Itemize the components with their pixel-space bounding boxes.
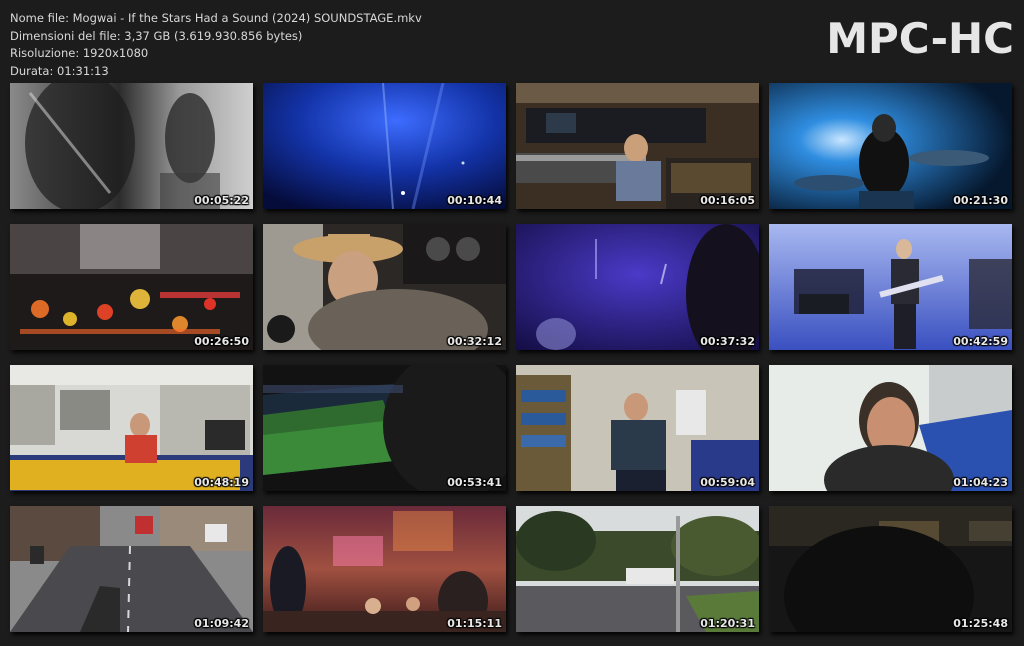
thumbnail-image bbox=[516, 506, 759, 632]
thumbnail-image bbox=[769, 83, 1012, 209]
thumbnail-image bbox=[516, 365, 759, 491]
thumbnail-timestamp: 01:09:42 bbox=[194, 617, 249, 630]
thumbnail: 00:26:50 bbox=[10, 224, 253, 350]
thumbnail-grid: 00:05:22 00:10:44 00:16:05 00:21:30 00:2… bbox=[10, 83, 1020, 643]
thumbnail: 01:15:11 bbox=[263, 506, 506, 632]
thumbnail-image bbox=[516, 224, 759, 350]
thumbnail: 00:37:32 bbox=[516, 224, 759, 350]
file-info-panel: Nome file: Mogwai - If the Stars Had a S… bbox=[10, 10, 422, 80]
thumbnail-timestamp: 00:32:12 bbox=[447, 335, 502, 348]
thumbnail: 00:05:22 bbox=[10, 83, 253, 209]
app-brand-logo: MPC-HC bbox=[826, 14, 1014, 63]
thumbnail: 00:48:19 bbox=[10, 365, 253, 491]
thumbnail-timestamp: 01:25:48 bbox=[953, 617, 1008, 630]
thumbnail-image bbox=[263, 506, 506, 632]
thumbnail-image bbox=[10, 83, 253, 209]
resolution-line: Risoluzione: 1920x1080 bbox=[10, 46, 149, 60]
thumbnail-timestamp: 00:53:41 bbox=[447, 476, 502, 489]
file-name-line: Nome file: Mogwai - If the Stars Had a S… bbox=[10, 11, 422, 25]
thumbnail: 00:53:41 bbox=[263, 365, 506, 491]
thumbnail: 01:20:31 bbox=[516, 506, 759, 632]
thumbnail-timestamp: 00:42:59 bbox=[953, 335, 1008, 348]
thumbnail-image bbox=[10, 224, 253, 350]
thumbnail: 00:59:04 bbox=[516, 365, 759, 491]
thumbnail: 00:21:30 bbox=[769, 83, 1012, 209]
thumbnail-image bbox=[263, 365, 506, 491]
thumbnail-image bbox=[769, 224, 1012, 350]
thumbnail-timestamp: 01:15:11 bbox=[447, 617, 502, 630]
thumbnail: 01:04:23 bbox=[769, 365, 1012, 491]
thumbnail-timestamp: 00:21:30 bbox=[953, 194, 1008, 207]
thumbnail-timestamp: 00:10:44 bbox=[447, 194, 502, 207]
thumbnail-image bbox=[263, 83, 506, 209]
thumbnail-timestamp: 01:04:23 bbox=[953, 476, 1008, 489]
duration-line: Durata: 01:31:13 bbox=[10, 63, 109, 78]
thumbnail-image bbox=[769, 506, 1012, 632]
thumbnail-timestamp: 01:20:31 bbox=[700, 617, 755, 630]
thumbnail: 00:42:59 bbox=[769, 224, 1012, 350]
thumbnail-timestamp: 00:05:22 bbox=[194, 194, 249, 207]
thumbnail-image bbox=[516, 83, 759, 209]
thumbnail-image bbox=[769, 365, 1012, 491]
thumbnail-timestamp: 00:26:50 bbox=[194, 335, 249, 348]
thumbnail-timestamp: 00:59:04 bbox=[700, 476, 755, 489]
thumbnail: 01:25:48 bbox=[769, 506, 1012, 632]
thumbnail: 00:16:05 bbox=[516, 83, 759, 209]
thumbnail: 00:32:12 bbox=[263, 224, 506, 350]
thumbnail-timestamp: 00:48:19 bbox=[194, 476, 249, 489]
thumbnail-timestamp: 00:16:05 bbox=[700, 194, 755, 207]
file-size-line: Dimensioni del file: 3,37 GB (3.619.930.… bbox=[10, 28, 303, 43]
thumbnail-image bbox=[263, 224, 506, 350]
thumbnail-image bbox=[10, 365, 253, 491]
thumbnail-image bbox=[10, 506, 253, 632]
thumbnail: 00:10:44 bbox=[263, 83, 506, 209]
thumbnail: 01:09:42 bbox=[10, 506, 253, 632]
thumbnail-timestamp: 00:37:32 bbox=[700, 335, 755, 348]
